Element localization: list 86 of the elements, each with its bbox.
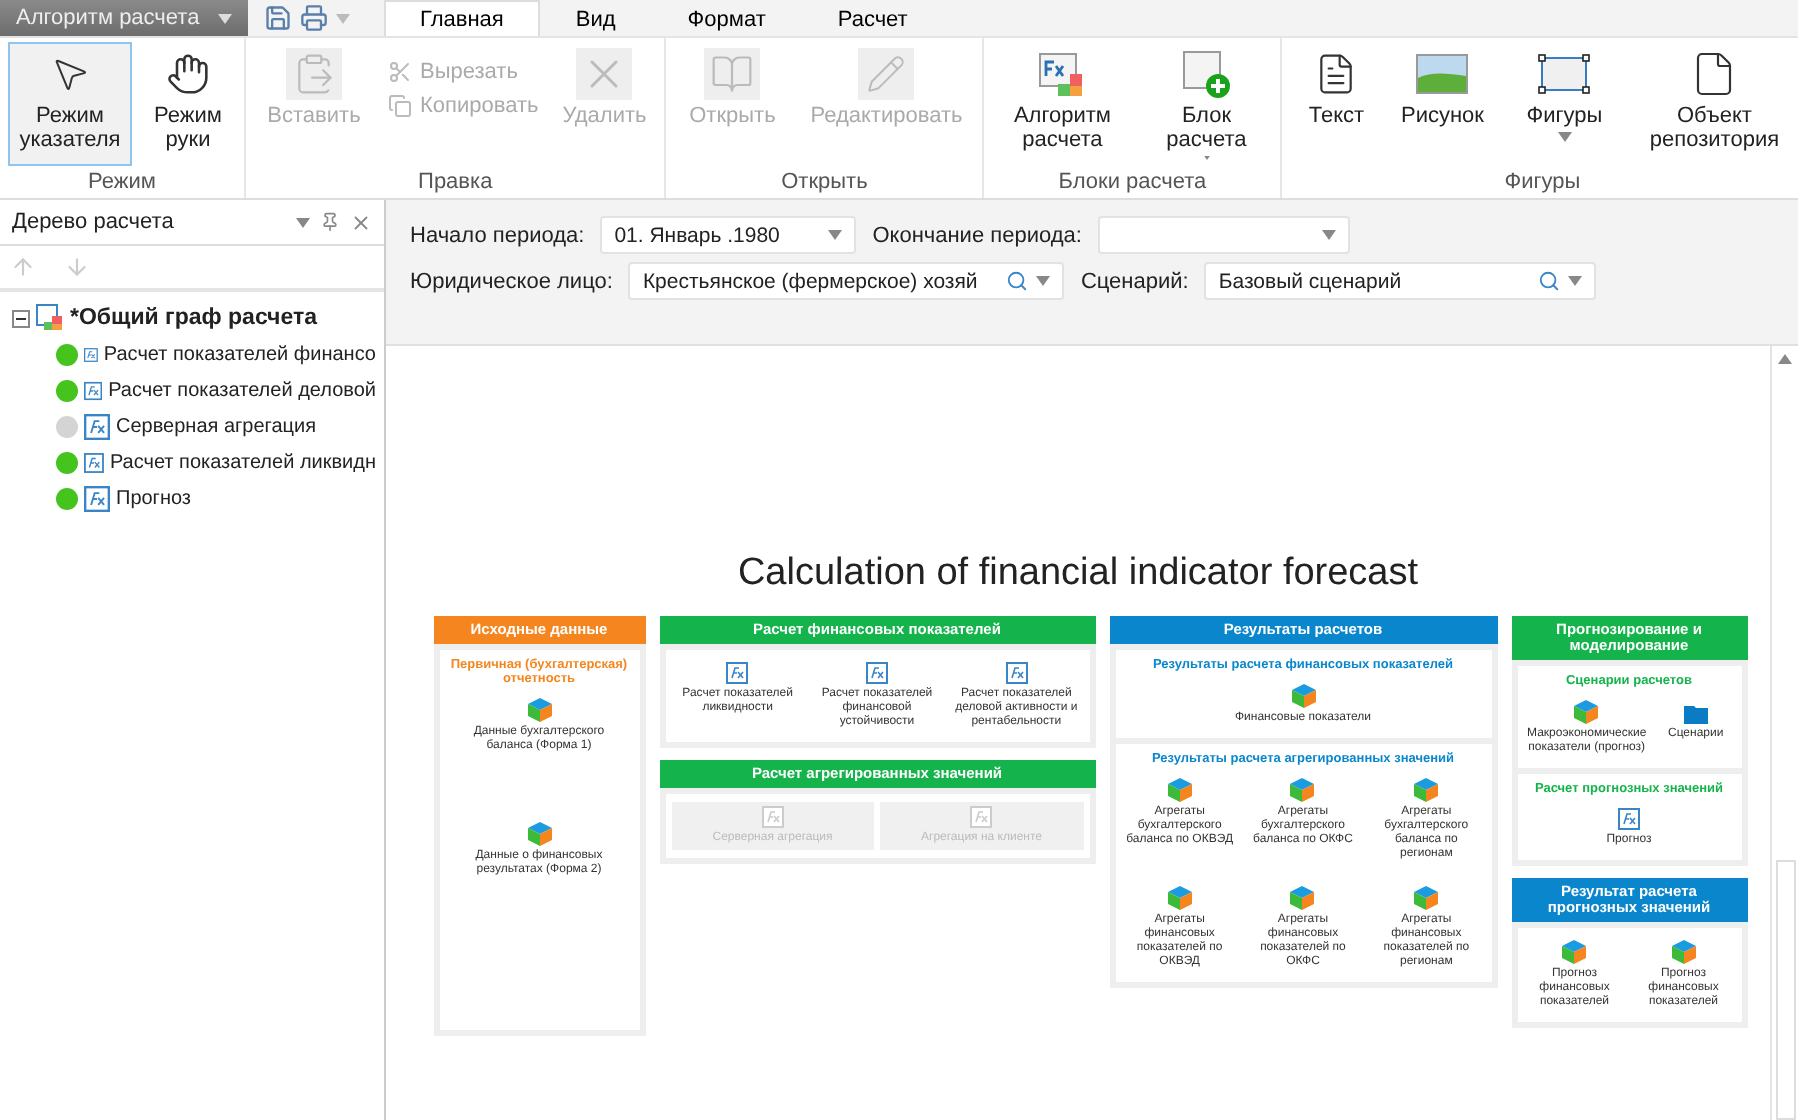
ribbon-button[interactable]: Режим указателя xyxy=(8,42,132,166)
field-label: Юридическое лицо: xyxy=(410,269,613,293)
ribbon-tab[interactable]: Расчет xyxy=(801,0,944,36)
caret-icon xyxy=(1321,230,1336,240)
collapse-toggle[interactable] xyxy=(12,309,30,327)
ribbon-group-label: Блоки расчета xyxy=(1056,170,1209,198)
diagram-title: Calculation of financial indicator forecast xyxy=(737,552,1419,596)
tree-item[interactable]: *Общий граф расчета xyxy=(8,302,376,334)
scrollbar-thumb[interactable] xyxy=(1775,860,1795,1120)
cube-icon xyxy=(1562,940,1587,964)
search-icon[interactable] xyxy=(1006,270,1029,292)
cube-icon xyxy=(1414,778,1439,802)
cube-icon xyxy=(1167,886,1192,910)
book-icon xyxy=(710,52,755,96)
field-label: Начало периода: xyxy=(410,223,585,247)
block-add-icon xyxy=(1182,50,1231,98)
formula-icon xyxy=(865,662,888,684)
caret-icon xyxy=(1036,276,1051,286)
ribbon-button[interactable]: Алгоритм расчета xyxy=(992,42,1133,166)
scissors-icon xyxy=(388,60,412,84)
ribbon-button[interactable]: Рисунок xyxy=(1390,42,1495,166)
cube-icon xyxy=(1414,886,1439,910)
paste-icon xyxy=(292,52,336,96)
formula-icon xyxy=(84,485,110,511)
pin-icon[interactable] xyxy=(320,212,340,232)
field-label: Сценарий: xyxy=(1080,269,1189,293)
lookup-field[interactable]: Крестьянское (фермерское) хозяй xyxy=(628,262,1065,300)
folder-icon xyxy=(1683,700,1708,724)
copy-icon xyxy=(388,94,412,118)
caret-icon xyxy=(1199,156,1214,160)
ribbon-tab[interactable]: Вид xyxy=(539,0,652,36)
tree-item[interactable]: Прогноз xyxy=(8,482,376,514)
tree-item[interactable]: Расчет показателей деловой xyxy=(8,374,376,406)
image-icon xyxy=(1416,54,1469,94)
formula-icon xyxy=(761,806,784,828)
date-field[interactable] xyxy=(1097,216,1350,254)
ribbon-button[interactable]: Режим руки xyxy=(140,42,236,166)
hand-icon xyxy=(166,52,210,96)
caret-icon xyxy=(218,13,232,23)
date-field[interactable]: 01. Январь .1980 xyxy=(600,216,857,254)
ribbon-group-label: Открыть xyxy=(779,170,870,198)
cube-icon xyxy=(1291,684,1315,708)
ribbon-group-label: Правка xyxy=(416,170,495,198)
app-menu-button[interactable]: Алгоритм расчета xyxy=(0,0,248,36)
tree-item[interactable]: Расчет показателей ликвидн xyxy=(8,446,376,478)
save-icon[interactable] xyxy=(264,4,292,32)
cube-icon xyxy=(527,698,551,722)
rectangle-shape-icon xyxy=(1538,54,1591,94)
algorithm-icon xyxy=(1038,50,1087,98)
caret-icon[interactable] xyxy=(296,217,310,227)
pencil-icon xyxy=(866,54,907,94)
cube-icon xyxy=(1290,886,1315,910)
formula-icon xyxy=(726,662,749,684)
formula-icon xyxy=(1618,808,1640,830)
print-icon[interactable] xyxy=(300,4,328,32)
ribbon-group-label: Фигуры xyxy=(1502,170,1583,198)
caret-icon xyxy=(1557,132,1572,142)
panel-title: Дерево расчета xyxy=(12,210,174,234)
caret-icon xyxy=(1568,276,1583,286)
ribbon-button[interactable]: Фигуры xyxy=(1502,42,1627,166)
cube-icon xyxy=(527,822,551,846)
algorithm-icon xyxy=(36,304,64,332)
cube-icon xyxy=(1574,700,1599,724)
formula-icon xyxy=(84,449,104,475)
cube-icon xyxy=(1290,778,1315,802)
ribbon-button[interactable]: Объект репозитория xyxy=(1634,42,1795,166)
caret-icon xyxy=(828,230,843,240)
cube-icon xyxy=(1167,778,1192,802)
ribbon-tab[interactable]: Главная xyxy=(384,0,540,36)
search-icon[interactable] xyxy=(1538,270,1561,292)
pointer-icon xyxy=(50,54,90,94)
ribbon-button[interactable]: Текст xyxy=(1290,42,1383,166)
ribbon-group-label: Режим xyxy=(86,170,158,198)
field-label: Окончание периода: xyxy=(872,223,1082,247)
ribbon-button[interactable]: Блок расчета xyxy=(1140,42,1273,166)
cube-icon xyxy=(1671,940,1696,964)
scroll-up-icon[interactable] xyxy=(1778,354,1792,364)
formula-icon xyxy=(1005,662,1028,684)
ribbon-tab[interactable]: Формат xyxy=(651,0,802,36)
formula-icon xyxy=(84,413,110,439)
lookup-field[interactable]: Базовый сценарий xyxy=(1204,262,1597,300)
formula-icon xyxy=(84,377,103,403)
tree-item[interactable]: Расчет показателей финансо xyxy=(8,338,376,370)
tree-item[interactable]: Серверная агрегация xyxy=(8,410,376,442)
close-icon[interactable] xyxy=(350,211,372,233)
formula-icon xyxy=(970,806,993,828)
